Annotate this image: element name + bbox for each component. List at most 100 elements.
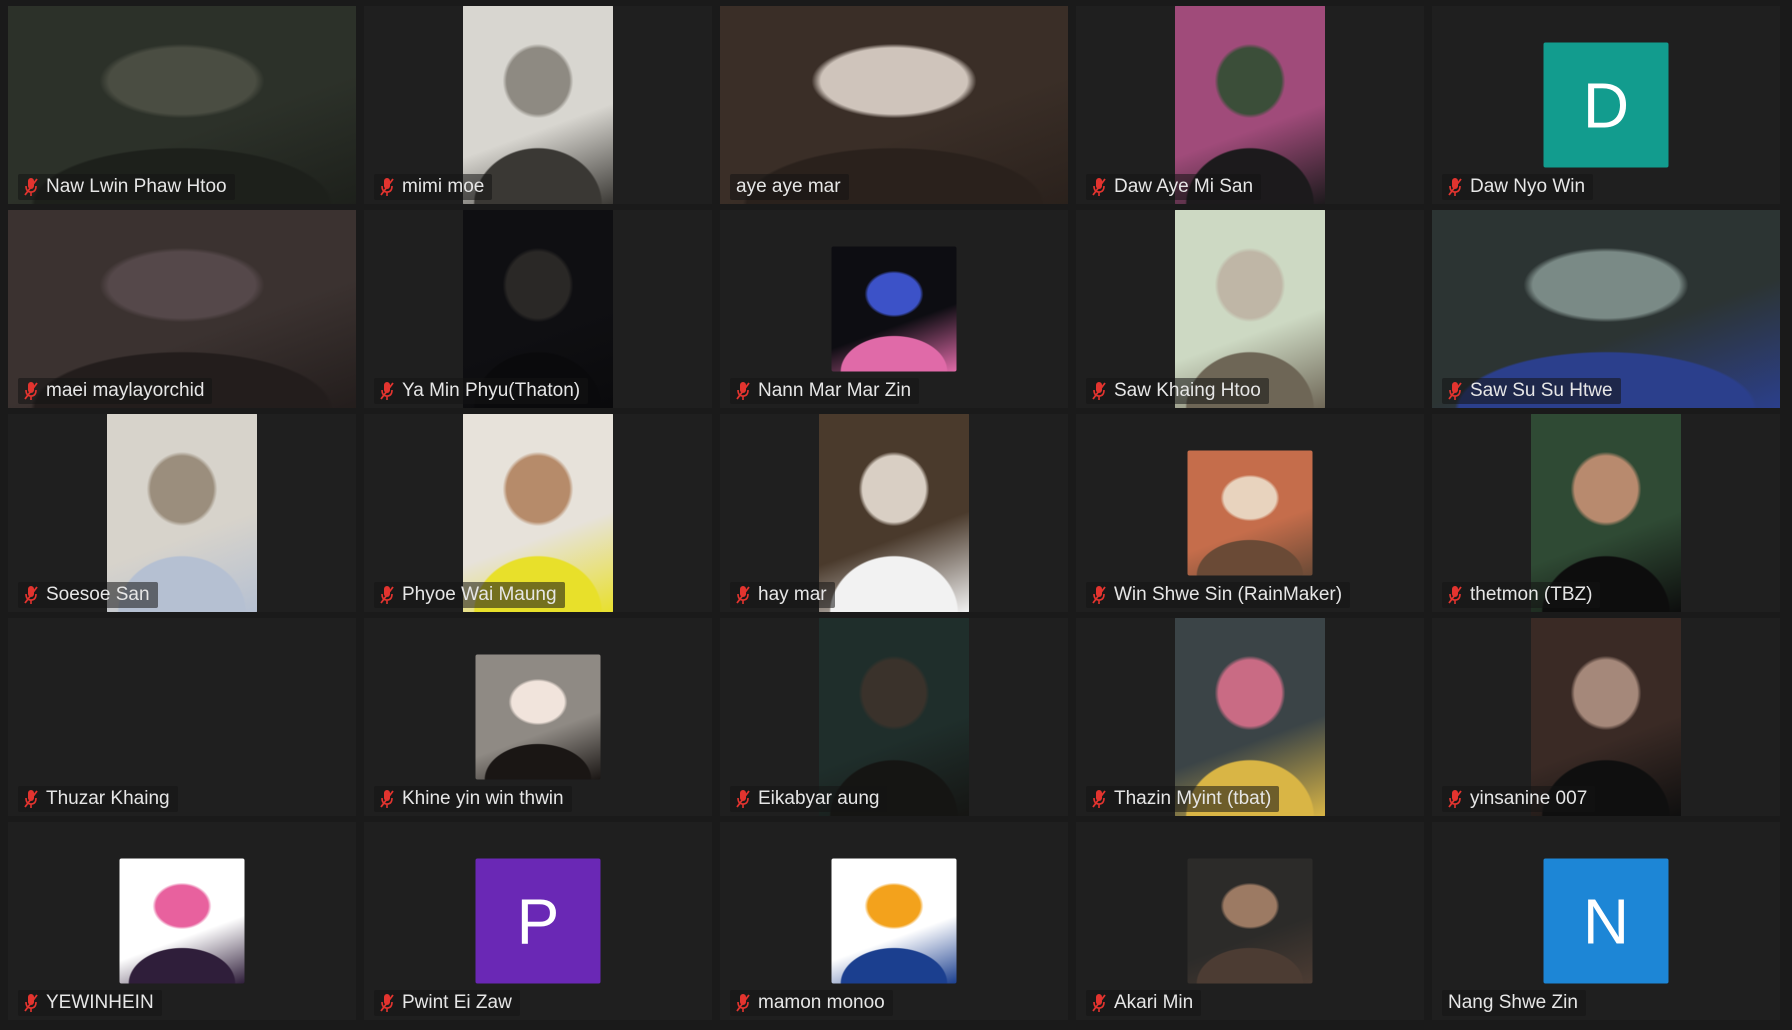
participant-tile[interactable]: aye aye mar [720,6,1068,204]
participant-tile[interactable]: hay mar [720,414,1068,612]
participant-name-tag: mimi moe [374,174,493,200]
participant-name: Phyoe Wai Maung [402,584,557,605]
participant-tile[interactable]: Saw Khaing Htoo [1076,210,1424,408]
mic-muted-icon [1092,790,1106,808]
participant-avatar: N [1543,858,1669,984]
participant-name-tag: Pwint Ei Zaw [374,990,520,1016]
participant-tile[interactable]: mamon monoo [720,822,1068,1020]
participant-name-tag: Naw Lwin Phaw Htoo [18,174,235,200]
participant-name-tag: yinsanine 007 [1442,786,1596,812]
participant-name: thetmon (TBZ) [1470,584,1593,605]
participant-name: Win Shwe Sin (RainMaker) [1114,584,1343,605]
participant-name-tag: maei maylayorchid [18,378,213,404]
participant-tile[interactable]: Thazin Myint (tbat) [1076,618,1424,816]
participant-profile-picture [1187,858,1313,984]
mic-muted-icon [1092,382,1106,400]
participant-profile-picture [831,858,957,984]
participant-avatar: D [1543,42,1669,168]
participant-name-tag: Daw Aye Mi San [1086,174,1262,200]
participant-name-tag: thetmon (TBZ) [1442,582,1601,608]
participant-tile[interactable]: thetmon (TBZ) [1432,414,1780,612]
participant-tile[interactable]: Thuzar Khaing [8,618,356,816]
participant-name-tag: mamon monoo [730,990,893,1016]
mic-muted-icon [1448,178,1462,196]
participant-tile[interactable]: P Pwint Ei Zaw [364,822,712,1020]
participant-name: Saw Khaing Htoo [1114,380,1261,401]
participant-tile[interactable]: Nann Mar Mar Zin [720,210,1068,408]
participant-tile[interactable]: Khine yin win thwin [364,618,712,816]
participant-name: YEWINHEIN [46,992,154,1013]
participant-name: Daw Nyo Win [1470,176,1586,197]
participant-name: hay mar [758,584,827,605]
mic-muted-icon [380,382,394,400]
participant-tile[interactable]: D Daw Nyo Win [1432,6,1780,204]
participant-name-tag: Phyoe Wai Maung [374,582,565,608]
mic-muted-icon [1092,586,1106,604]
mic-muted-icon [1448,790,1462,808]
mic-muted-icon [1092,178,1106,196]
participant-tile[interactable]: Win Shwe Sin (RainMaker) [1076,414,1424,612]
mic-muted-icon [736,790,750,808]
participant-tile[interactable]: N Nang Shwe Zin [1432,822,1780,1020]
participant-tile[interactable]: maei maylayorchid [8,210,356,408]
participant-name-tag: hay mar [730,582,835,608]
participant-name: Naw Lwin Phaw Htoo [46,176,227,197]
participant-name-tag: Ya Min Phyu(Thaton) [374,378,589,404]
mic-muted-icon [736,586,750,604]
participant-name-tag: Akari Min [1086,990,1202,1016]
participant-name-tag: aye aye mar [730,174,849,200]
participant-tile[interactable]: Daw Aye Mi San [1076,6,1424,204]
participant-name: Thazin Myint (tbat) [1114,788,1272,809]
avatar-letter: D [1543,42,1669,168]
participant-video [819,414,969,612]
participant-tile[interactable]: mimi moe [364,6,712,204]
participant-name-tag: Khine yin win thwin [374,786,572,812]
participant-name: Thuzar Khaing [46,788,170,809]
participant-name-tag: Daw Nyo Win [1442,174,1594,200]
participant-name-tag: Soesoe San [18,582,158,608]
participant-name-tag: Nang Shwe Zin [1442,990,1586,1016]
mic-muted-icon [1448,382,1462,400]
mic-muted-icon [380,178,394,196]
participant-tile[interactable]: Ya Min Phyu(Thaton) [364,210,712,408]
participant-name-tag: Thuzar Khaing [18,786,178,812]
participant-tile[interactable]: Eikabyar aung [720,618,1068,816]
participant-tile[interactable]: YEWINHEIN [8,822,356,1020]
participant-tile[interactable]: Phyoe Wai Maung [364,414,712,612]
participant-tile[interactable]: Soesoe San [8,414,356,612]
participant-name: Ya Min Phyu(Thaton) [402,380,581,401]
mic-muted-icon [380,586,394,604]
mic-muted-icon [1448,586,1462,604]
mic-muted-icon [24,586,38,604]
video-gallery: Naw Lwin Phaw Htoo mimi moe aye aye mar D… [0,0,1792,1030]
participant-name: Nang Shwe Zin [1448,992,1578,1013]
mic-muted-icon [1092,994,1106,1012]
participant-name: Daw Aye Mi San [1114,176,1254,197]
participant-name: Pwint Ei Zaw [402,992,512,1013]
mic-muted-icon [24,994,38,1012]
avatar-letter: N [1543,858,1669,984]
participant-tile[interactable]: Akari Min [1076,822,1424,1020]
participant-tile[interactable]: Naw Lwin Phaw Htoo [8,6,356,204]
participant-name: mamon monoo [758,992,885,1013]
participant-profile-picture [1187,450,1313,576]
participant-tile[interactable]: yinsanine 007 [1432,618,1780,816]
participant-name-tag: Nann Mar Mar Zin [730,378,920,404]
participant-name-tag: Eikabyar aung [730,786,888,812]
participant-name: Nann Mar Mar Zin [758,380,912,401]
participant-tile[interactable]: Saw Su Su Htwe [1432,210,1780,408]
mic-muted-icon [380,790,394,808]
mic-muted-icon [736,994,750,1012]
participant-name-tag: Saw Khaing Htoo [1086,378,1269,404]
participant-name-tag: Win Shwe Sin (RainMaker) [1086,582,1351,608]
mic-muted-icon [24,178,38,196]
participant-name: Soesoe San [46,584,150,605]
participant-name-tag: Saw Su Su Htwe [1442,378,1621,404]
mic-muted-icon [24,790,38,808]
participant-name: Eikabyar aung [758,788,880,809]
participant-name: Khine yin win thwin [402,788,564,809]
participant-name: mimi moe [402,176,485,197]
participant-avatar: P [475,858,601,984]
participant-name: Akari Min [1114,992,1194,1013]
participant-name-tag: Thazin Myint (tbat) [1086,786,1280,812]
